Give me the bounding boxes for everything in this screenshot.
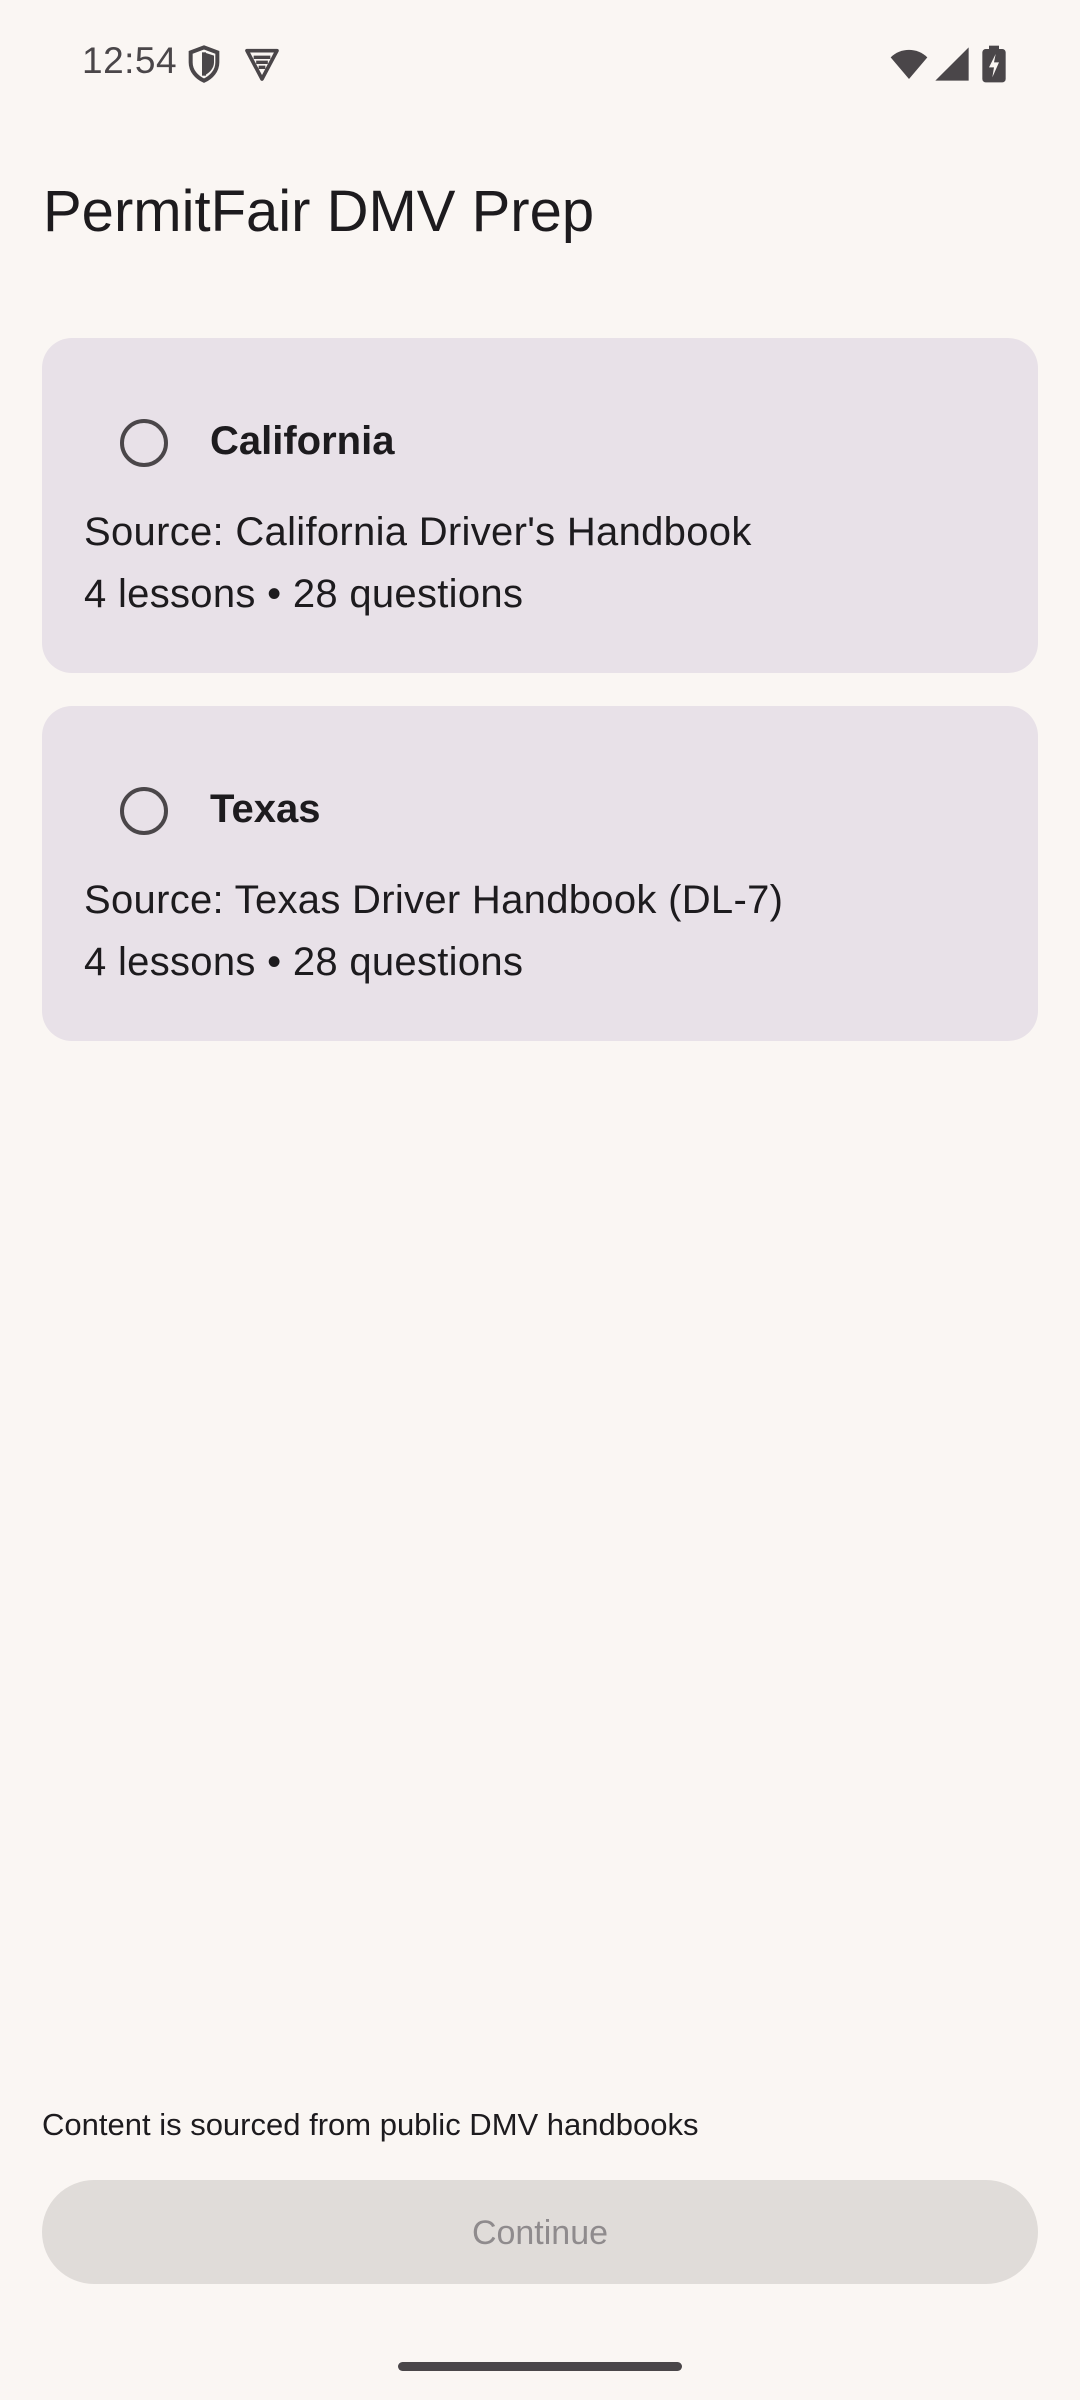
state-card-texas[interactable]: Texas Source: Texas Driver Handbook (DL-…	[42, 706, 1038, 1041]
vpn-badge-icon	[242, 44, 282, 84]
continue-button[interactable]: Continue	[42, 2180, 1038, 2284]
shield-icon	[184, 44, 224, 84]
state-source: Source: Texas Driver Handbook (DL-7)	[84, 878, 784, 922]
wifi-icon	[888, 44, 928, 84]
cell-signal-icon	[932, 44, 972, 84]
radio-button-texas[interactable]	[120, 787, 168, 835]
status-time: 12:54	[82, 40, 178, 81]
status-bar: 12:54	[0, 0, 1080, 130]
state-name: Texas	[210, 787, 321, 831]
page-title: PermitFair DMV Prep	[43, 179, 595, 244]
state-card-california[interactable]: California Source: California Driver's H…	[42, 338, 1038, 673]
state-name: California	[210, 419, 395, 463]
state-meta: 4 lessons • 28 questions	[84, 940, 524, 984]
battery-charging-icon	[978, 44, 1018, 84]
home-indicator[interactable]	[398, 2362, 682, 2371]
footer-note: Content is sourced from public DMV handb…	[42, 2107, 699, 2142]
state-source: Source: California Driver's Handbook	[84, 510, 752, 554]
state-meta: 4 lessons • 28 questions	[84, 572, 524, 616]
radio-button-california[interactable]	[120, 419, 168, 467]
